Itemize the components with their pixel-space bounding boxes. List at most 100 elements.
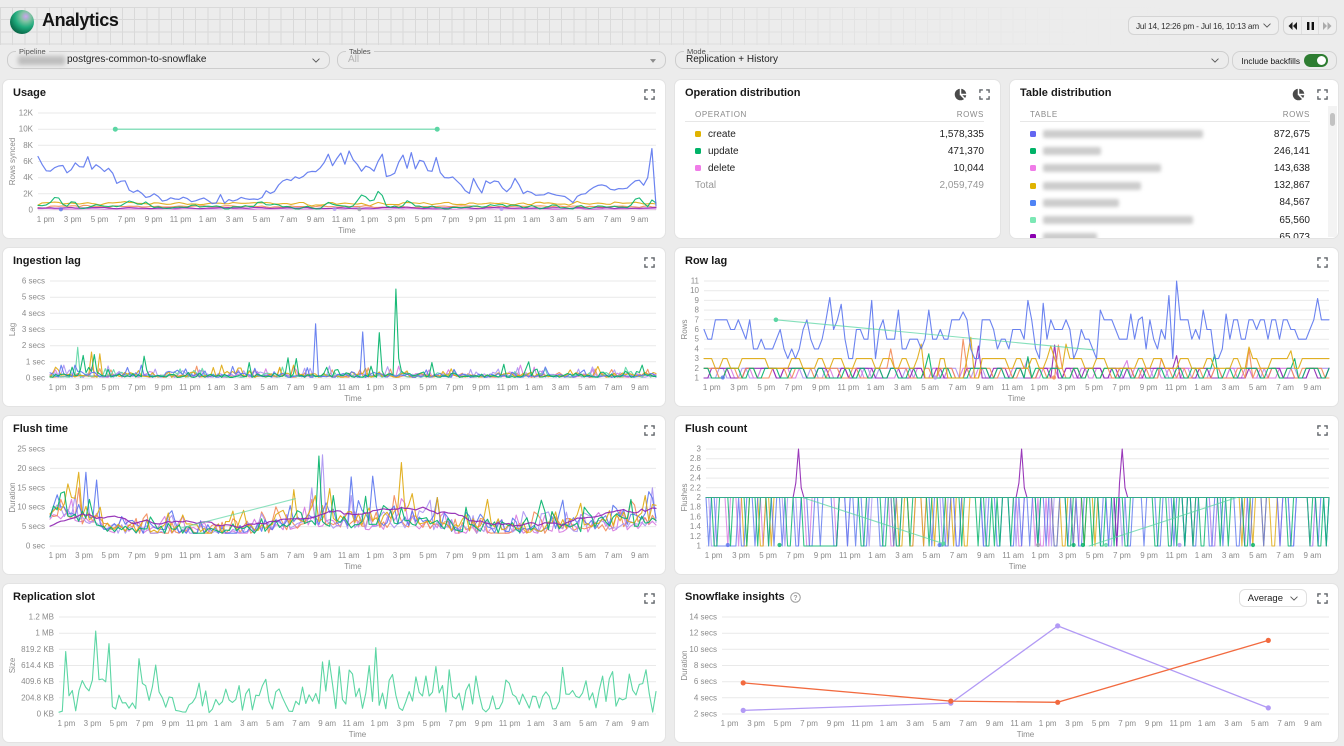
scatter-point xyxy=(1052,375,1056,379)
rewind-button[interactable] xyxy=(1284,17,1301,34)
tables-select[interactable]: Tables All xyxy=(337,51,666,69)
redacted-table-name xyxy=(1043,233,1097,239)
aggregate-select[interactable]: Average xyxy=(1239,589,1307,607)
legend-swatch xyxy=(1030,217,1036,223)
redacted-table-name xyxy=(1043,182,1141,190)
redacted-table-name xyxy=(1043,147,1101,155)
table-row[interactable]: 132,867 xyxy=(1020,177,1310,194)
x-tick-label: 5 am xyxy=(266,719,284,728)
table-row[interactable]: create1,578,335 xyxy=(685,126,984,143)
x-tick-label: 3 am xyxy=(226,215,244,224)
y-tick-label: 12K xyxy=(19,109,34,118)
x-tick-label: 3 pm xyxy=(84,719,102,728)
card-title: Flush time xyxy=(13,423,68,435)
snowflake-insights-chart: 2 secs4 secs6 secs8 secs10 secs12 secs14… xyxy=(675,584,1338,742)
x-tick-label: 1 am xyxy=(525,383,543,392)
flush-time-card: Flush time 0 sec5 secs10 secs15 secs20 s… xyxy=(2,415,666,575)
toggle-knob xyxy=(1317,56,1326,65)
page-title: Analytics xyxy=(42,10,118,31)
expand-icon[interactable] xyxy=(1317,593,1328,604)
x-tick-label: 11 am xyxy=(332,215,354,224)
legend-swatch xyxy=(1030,183,1036,189)
table-row[interactable]: delete10,044 xyxy=(685,160,984,177)
y-tick-label: 2.2 xyxy=(690,483,702,492)
x-tick-label: 3 pm xyxy=(388,215,406,224)
x-tick-label: 3 am xyxy=(895,551,913,560)
table-row[interactable]: update471,370 xyxy=(685,143,984,160)
x-tick-label: 1 am xyxy=(207,551,225,560)
x-tick-label: 7 pm xyxy=(785,383,803,392)
pie-chart-icon[interactable] xyxy=(1292,88,1305,101)
table-row[interactable]: 246,141 xyxy=(1020,143,1310,160)
date-range-selector[interactable]: Jul 14, 12:26 pm - Jul 16, 10:13 am xyxy=(1128,16,1279,35)
fast-forward-button[interactable] xyxy=(1318,17,1336,34)
row-label: update xyxy=(708,146,739,157)
expand-icon[interactable] xyxy=(979,89,990,100)
expand-icon[interactable] xyxy=(644,425,655,436)
snowflake-insights-card: Snowflake insights? 2 secs4 secs6 secs8 … xyxy=(674,583,1339,743)
expand-icon[interactable] xyxy=(644,89,655,100)
include-backfills-control[interactable]: Include backfills xyxy=(1232,51,1337,70)
x-tick-label: 1 pm xyxy=(37,215,55,224)
table-row[interactable]: 65,560 xyxy=(1020,211,1310,228)
y-tick-label: 10 secs xyxy=(17,503,45,512)
expand-icon[interactable] xyxy=(1317,425,1328,436)
table-row[interactable]: 872,675 xyxy=(1020,126,1310,143)
card-title: Table distribution xyxy=(1020,87,1111,99)
data-point xyxy=(774,318,779,323)
expand-icon[interactable] xyxy=(1317,257,1328,268)
x-tick-label: 7 am xyxy=(1276,383,1294,392)
x-tick-label: 9 am xyxy=(1304,383,1322,392)
scatter-point xyxy=(938,543,942,547)
y-axis-title: Rows synced xyxy=(8,138,17,186)
total-value: 2,059,749 xyxy=(940,180,985,191)
scatter-point xyxy=(333,207,337,211)
expand-icon[interactable] xyxy=(644,257,655,268)
y-tick-label: 20 secs xyxy=(17,464,45,473)
x-tick-label: 11 pm xyxy=(839,551,861,560)
scrollbar-track[interactable] xyxy=(1328,106,1337,237)
data-point xyxy=(741,680,746,685)
x-tick-label: 7 am xyxy=(949,383,967,392)
x-tick-label: 1 am xyxy=(527,719,545,728)
include-backfills-toggle[interactable] xyxy=(1304,54,1328,67)
y-tick-label: 10 xyxy=(690,286,699,295)
x-tick-label: 7 am xyxy=(605,551,623,560)
scatter-point xyxy=(1177,543,1181,547)
expand-icon[interactable] xyxy=(644,593,655,604)
y-tick-label: 2.6 xyxy=(690,464,702,473)
table-row[interactable]: 84,567 xyxy=(1020,194,1310,211)
y-tick-label: 2 xyxy=(695,364,700,373)
mode-select[interactable]: Mode Replication + History xyxy=(675,51,1229,69)
x-tick-label: 3 am xyxy=(550,215,568,224)
x-tick-label: 9 pm xyxy=(1140,383,1158,392)
pie-chart-icon[interactable] xyxy=(954,88,967,101)
chart-canvas: 12345678910111 pm3 pm5 pm7 pm9 pm11 pm1 … xyxy=(675,248,1338,406)
legend-swatch xyxy=(695,148,701,154)
x-tick-label: 1 pm xyxy=(49,383,67,392)
chart-canvas: 11.21.41.61.822.22.42.62.831 pm3 pm5 pm7… xyxy=(675,416,1338,574)
pipeline-select[interactable]: Pipeline postgres-common-to-snowflake xyxy=(7,51,330,69)
data-point xyxy=(941,541,945,545)
ingestion-lag-card: Ingestion lag 0 sec1 sec2 secs3 secs4 se… xyxy=(2,247,666,407)
table-row[interactable]: 143,638 xyxy=(1020,160,1310,177)
x-tick-label: 3 pm xyxy=(1065,719,1083,728)
y-tick-label: 6 secs xyxy=(22,277,45,286)
pause-button[interactable] xyxy=(1301,17,1319,34)
x-tick-label: 3 pm xyxy=(75,383,93,392)
table-row[interactable]: 65,073 xyxy=(1020,229,1310,239)
x-axis-title: Time xyxy=(1017,730,1035,739)
replication-slot-card: Replication slot 0 KB204.8 KB409.6 KB614… xyxy=(2,583,666,743)
x-tick-label: 7 am xyxy=(1276,551,1294,560)
scrollbar-thumb[interactable] xyxy=(1330,113,1335,126)
x-tick-label: 9 pm xyxy=(162,719,180,728)
x-tick-label: 7 am xyxy=(604,215,622,224)
row-value: 132,867 xyxy=(1274,180,1310,191)
help-icon[interactable]: ? xyxy=(790,592,801,603)
x-tick-label: 9 pm xyxy=(472,551,490,560)
x-tick-label: 3 am xyxy=(234,383,252,392)
y-tick-label: 204.8 KB xyxy=(21,693,54,702)
row-value: 143,638 xyxy=(1274,163,1310,174)
expand-icon[interactable] xyxy=(1317,89,1328,100)
card-title-text: Flush time xyxy=(13,423,68,435)
